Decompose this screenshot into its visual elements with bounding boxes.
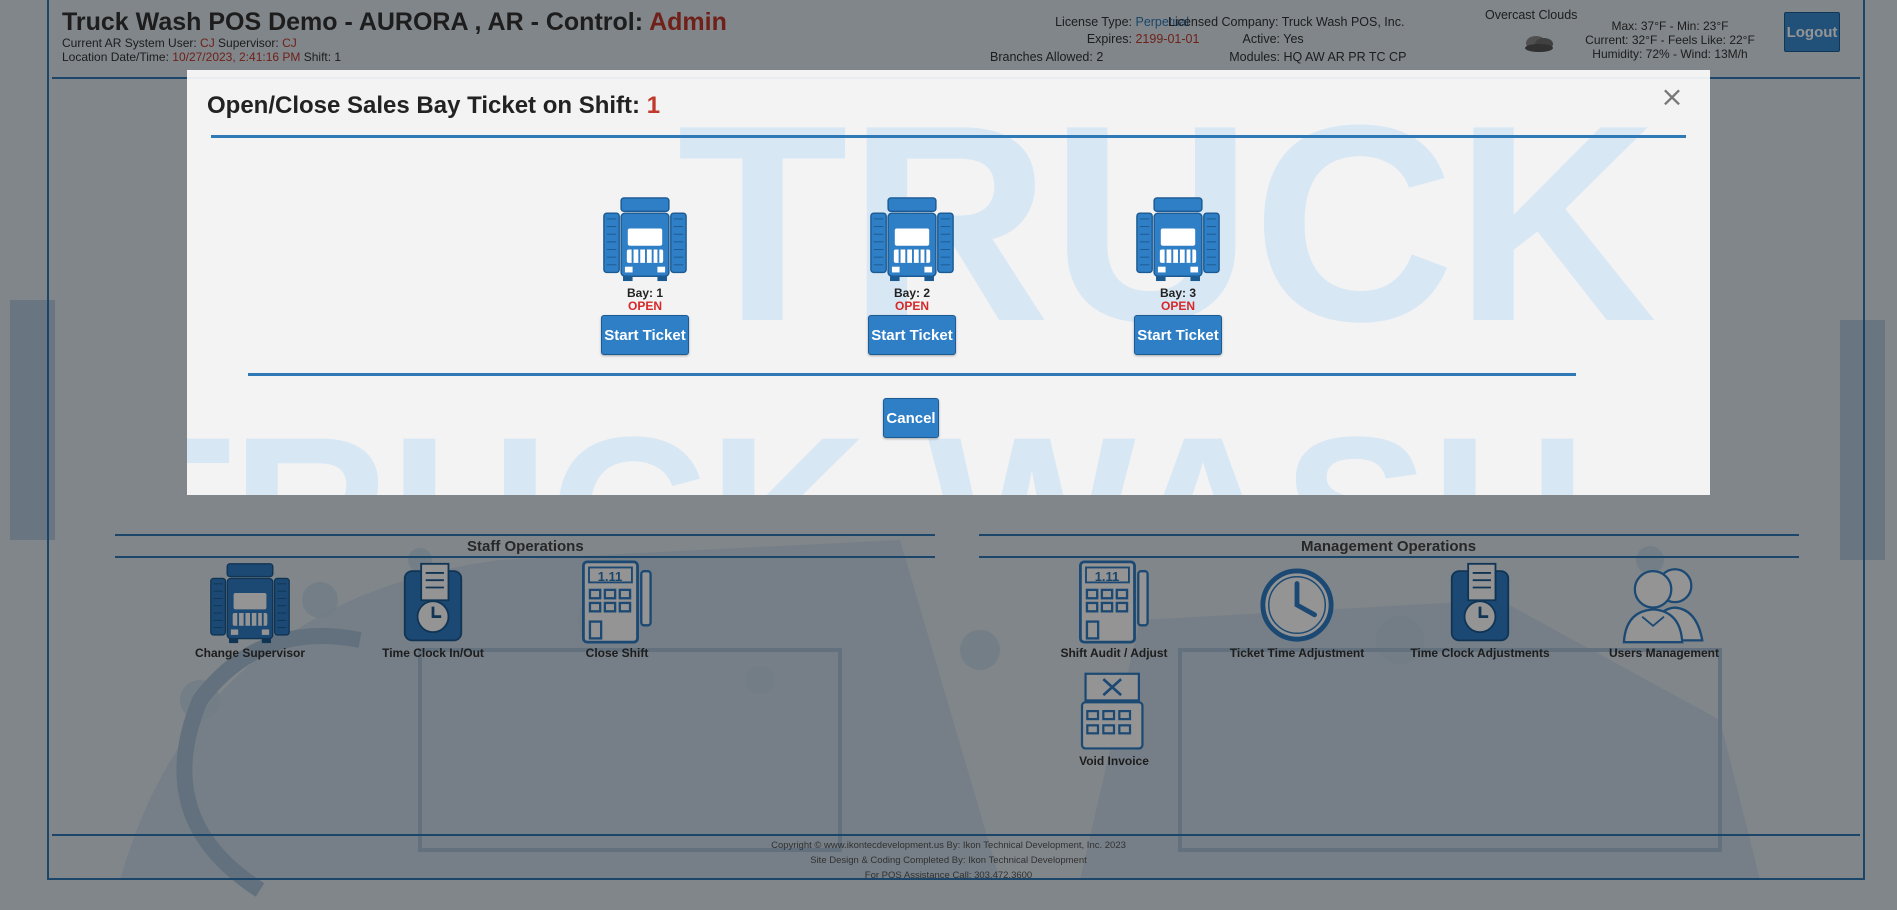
open-close-bay-ticket-modal: TRUCK TRUCK WASH Open/Close Sales Bay Ti… — [187, 70, 1710, 495]
truck-wash-icon — [602, 196, 688, 282]
bay-status: OPEN — [627, 299, 662, 313]
modal-shift-number: 1 — [646, 92, 661, 119]
bay-status: OPEN — [1160, 299, 1195, 313]
bay-name: Bay: 1 — [626, 286, 664, 300]
modal-footer-divider — [248, 373, 1576, 376]
bay-card-3: Bay: 3 OPEN Start Ticket — [1118, 196, 1238, 355]
start-ticket-button-bay-2[interactable]: Start Ticket — [868, 315, 956, 355]
bay-card-1: Bay: 1 OPEN Start Ticket — [585, 196, 705, 355]
modal-title: Open/Close Sales Bay Ticket on Shift: 1 — [207, 92, 660, 120]
start-ticket-button-bay-1[interactable]: Start Ticket — [601, 315, 689, 355]
truck-wash-icon — [1135, 196, 1221, 282]
bay-card-2: Bay: 2 OPEN Start Ticket — [852, 196, 972, 355]
close-icon[interactable]: × — [1657, 82, 1687, 112]
cancel-button[interactable]: Cancel — [883, 398, 939, 438]
modal-title-text: Open/Close Sales Bay Ticket on Shift: — [207, 92, 647, 119]
start-ticket-button-bay-3[interactable]: Start Ticket — [1134, 315, 1222, 355]
bay-name: Bay: 3 — [1159, 286, 1197, 300]
bay-status: OPEN — [894, 299, 929, 313]
bay-name: Bay: 2 — [893, 286, 931, 300]
truck-wash-icon — [869, 196, 955, 282]
modal-title-divider — [211, 135, 1686, 138]
